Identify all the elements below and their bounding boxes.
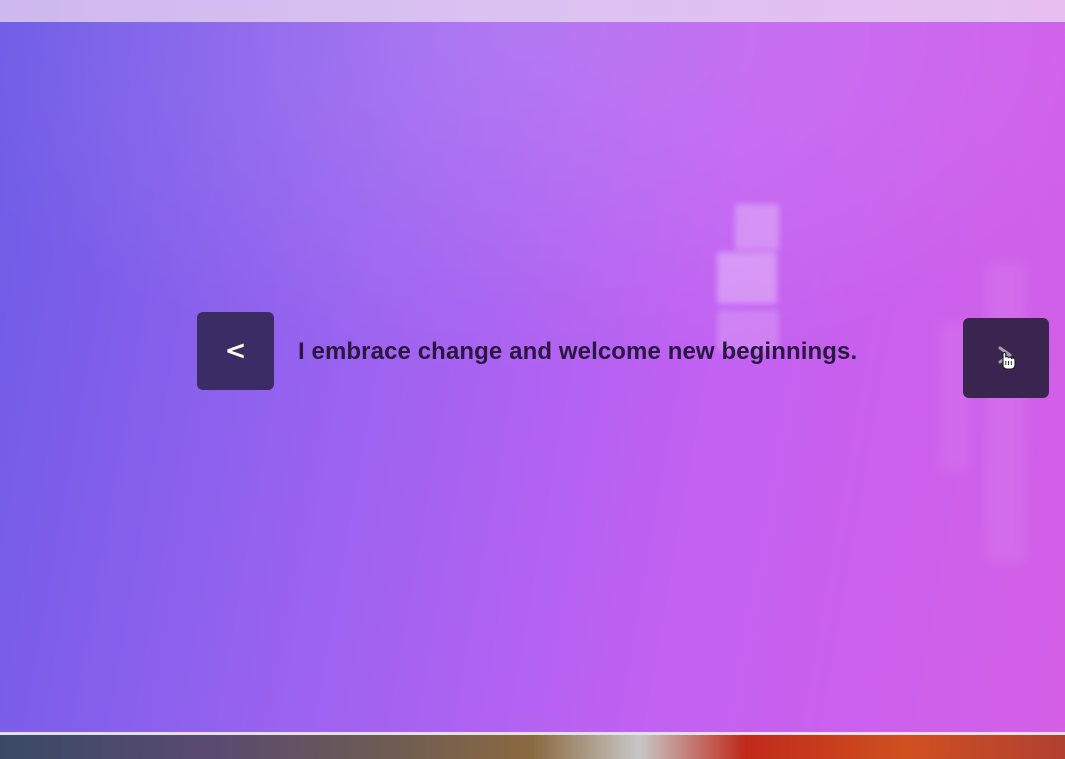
chevron-left-icon: < bbox=[224, 336, 247, 366]
light-reflection bbox=[985, 262, 1025, 562]
affirmation-screen: < I embrace change and welcome new begin… bbox=[0, 22, 1065, 734]
previous-button[interactable]: < bbox=[197, 312, 274, 390]
monitor-bottom-edge bbox=[0, 732, 1065, 759]
monitor-top-bezel bbox=[0, 0, 1065, 24]
next-button[interactable] bbox=[963, 318, 1049, 398]
hand-pointer-icon bbox=[998, 346, 1016, 370]
screen-edge bbox=[0, 732, 1065, 735]
window-reflection bbox=[735, 204, 779, 250]
affirmation-text: I embrace change and welcome new beginni… bbox=[298, 338, 858, 365]
window-reflection bbox=[717, 252, 777, 304]
